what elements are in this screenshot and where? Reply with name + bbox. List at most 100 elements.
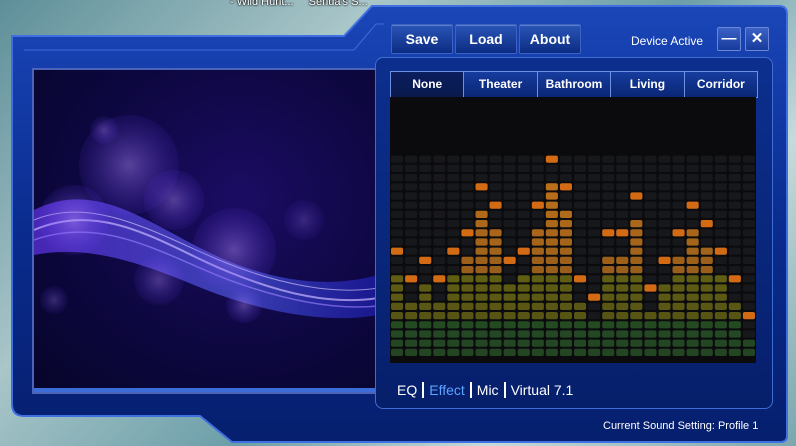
visualizer-bar-segment [559,210,572,218]
visualizer-peak-marker [630,192,643,200]
visualizer-grid-cell [686,210,699,218]
visualizer-peak-marker [742,312,755,320]
visualizer-bar-segment [714,339,727,347]
visualizer-grid-cell [616,174,629,182]
tab-theater[interactable]: Theater [464,72,538,97]
visualizer-peak-marker [447,247,460,255]
tab-living-room[interactable]: Living Room [611,72,685,116]
visualizer-bar-segment [630,266,643,274]
visualizer-grid-cell [405,155,418,163]
visualizer-bar-segment [419,330,432,338]
visualizer-bar-segment [559,266,572,274]
abstract-wave-artwork [34,115,378,323]
visualizer-grid-cell [700,238,713,246]
visualizer-bar-segment [672,302,685,310]
mode-divider [422,382,425,398]
visualizer-grid-cell [616,220,629,228]
visualizer-grid-cell [588,312,601,320]
visualizer-grid-cell [728,256,741,264]
visualizer-grid-cell [419,266,432,274]
visualizer-grid-cell [447,174,460,182]
visualizer-bar-segment [616,284,629,292]
visualizer-grid-cell [517,174,530,182]
visualizer-grid-cell [700,183,713,191]
visualizer-bar-segment [602,293,615,301]
visualizer-grid-cell [742,256,755,264]
visualizer-bar-segment [545,312,558,320]
visualizer-bar-segment [489,266,502,274]
visualizer-bar-segment [405,302,418,310]
visualizer-grid-cell [630,183,643,191]
visualizer-grid-cell [742,275,755,283]
visualizer-bar-segment [728,330,741,338]
visualizer-grid-cell [728,293,741,301]
visualizer-grid-cell [742,220,755,228]
visualizer-grid-cell [644,247,657,255]
visualizer-bar-segment [559,293,572,301]
visualizer-bar-segment [391,275,404,283]
visualizer-grid-cell [644,210,657,218]
visualizer-grid-cell [405,229,418,237]
visualizer-bar-segment [630,321,643,329]
visualizer-grid-cell [391,174,404,182]
visualizer-grid-cell [588,256,601,264]
visualizer-bar-segment [489,348,502,356]
save-button[interactable]: Save [391,24,453,54]
tab-none[interactable]: None [391,72,465,97]
visualizer-grid-cell [700,192,713,200]
mode-virtual-7-1[interactable]: Virtual 7.1 [511,382,574,398]
visualizer-grid-cell [517,155,530,163]
visualizer-bar-segment [503,330,516,338]
visualizer-bar-segment [630,275,643,283]
visualizer-bar-segment [686,275,699,283]
visualizer-bar-segment [602,330,615,338]
visualizer-bar-segment [447,339,460,347]
visualizer-bar-segment [531,321,544,329]
visualizer-grid-cell [588,192,601,200]
visualizer-grid-cell [644,275,657,283]
visualizer-bar-segment [700,321,713,329]
visualizer-grid-cell [728,164,741,172]
visualizer-grid-cell [742,330,755,338]
visualizer-grid-cell [700,210,713,218]
visualizer-peak-marker [489,201,502,209]
visualizer-bar-segment [517,321,530,329]
visualizer-grid-cell [658,275,671,283]
tab-bathroom[interactable]: Bathroom [538,72,612,97]
visualizer-grid-cell [405,174,418,182]
visualizer-grid-cell [672,192,685,200]
visualizer-bar-segment [517,293,530,301]
visualizer-grid-cell [475,164,488,172]
visualizer-bar-segment [630,330,643,338]
tab-corridor[interactable]: Corridor [685,72,757,97]
close-icon[interactable]: ✕ [745,27,769,51]
visualizer-bar-segment [531,275,544,283]
visualizer-bar-segment [686,238,699,246]
visualizer-grid-cell [644,220,657,228]
visualizer-grid-cell [602,201,615,209]
mode-eq[interactable]: EQ [397,382,417,398]
mode-effect[interactable]: Effect [429,382,465,398]
visualizer-grid-cell [405,266,418,274]
visualizer-bar-segment [503,284,516,292]
visualizer-grid-cell [672,247,685,255]
about-button[interactable]: About [519,24,581,54]
visualizer-grid-cell [728,183,741,191]
visualizer-grid-cell [602,210,615,218]
visualizer-bar-segment [672,330,685,338]
minimize-icon[interactable]: — [717,27,741,51]
visualizer-grid-cell [588,164,601,172]
load-button[interactable]: Load [455,24,517,54]
visualizer-bar-segment [714,312,727,320]
visualizer-bar-segment [574,330,587,338]
visualizer-grid-cell [588,302,601,310]
visualizer-grid-cell [644,238,657,246]
visualizer-bar-segment [616,293,629,301]
visualizer-grid-cell [419,220,432,228]
visualizer-grid-cell [700,201,713,209]
mode-mic[interactable]: Mic [477,382,499,398]
visualizer-bar-segment [545,321,558,329]
visualizer-bar-segment [475,220,488,228]
visualizer-grid-cell [672,201,685,209]
visualizer-grid-cell [503,164,516,172]
